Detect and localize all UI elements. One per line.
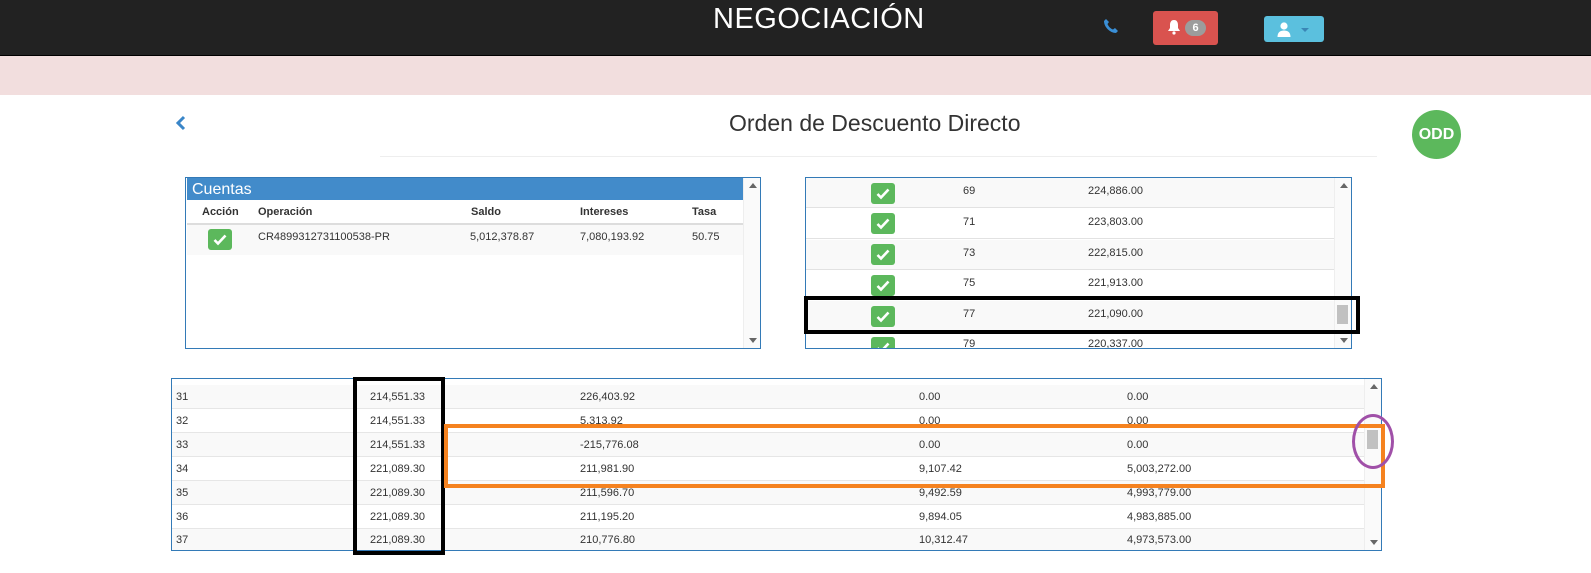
check-button[interactable] [871, 337, 895, 348]
title-divider [380, 156, 1377, 157]
amount-cell: 226,403.92 [580, 391, 636, 403]
payment-number: 73 [963, 247, 976, 259]
column-header-operacion: Operación [258, 206, 313, 218]
table-row[interactable]: 79 220,337.00 [806, 332, 1334, 349]
check-button[interactable] [871, 183, 895, 204]
row-number: 32 [176, 415, 189, 427]
highlight-circle-scrollbar [1352, 414, 1394, 469]
column-header-tasa: Tasa [692, 206, 717, 218]
notification-count-badge: 6 [1185, 20, 1206, 36]
payment-amount: 220,337.00 [1088, 338, 1144, 349]
column-header-saldo: Saldo [471, 206, 501, 218]
intereses-cell: 7,080,193.92 [580, 231, 645, 243]
odd-badge: ODD [1412, 110, 1461, 159]
amount-cell: 9,894.05 [919, 511, 962, 523]
check-button[interactable] [871, 275, 895, 296]
tasa-cell: 50.75 [692, 231, 720, 243]
bell-icon [1166, 19, 1182, 35]
amount-cell: 4,993,779.00 [1127, 487, 1192, 499]
highlight-box-cuota-column [353, 377, 445, 555]
row-number: 35 [176, 487, 189, 499]
amount-cell: 4,983,885.00 [1127, 511, 1192, 523]
highlight-box-row-77 [804, 296, 1360, 334]
check-button[interactable] [871, 213, 895, 234]
amount-cell: 0.00 [919, 391, 941, 403]
phone-icon[interactable] [1102, 17, 1120, 35]
app-title: NEGOCIACIÓN [713, 3, 925, 35]
payment-amount: 223,803.00 [1088, 216, 1144, 228]
table-row[interactable]: 37 221,089.30 210,776.80 10,312.47 4,973… [172, 529, 1365, 550]
saldo-cell: 5,012,378.87 [470, 231, 535, 243]
payment-amount: 221,913.00 [1088, 277, 1144, 289]
amount-cell: 10,312.47 [919, 534, 968, 546]
table-row[interactable]: 31 214,551.33 226,403.92 0.00 0.00 [172, 385, 1365, 409]
row-number: 37 [176, 534, 189, 546]
amount-cell: 210,776.80 [580, 534, 636, 546]
column-header-intereses: Intereses [580, 206, 629, 218]
caret-down-icon [1301, 28, 1309, 32]
row-number: 34 [176, 463, 189, 475]
amount-cell: 9,492.59 [919, 487, 962, 499]
scroll-down-arrow-icon[interactable] [1370, 540, 1378, 545]
back-chevron-icon[interactable] [175, 115, 187, 131]
amount-cell: 0.00 [1127, 391, 1149, 403]
amount-cell: 211,596.70 [580, 487, 635, 499]
row-number: 31 [176, 391, 189, 403]
table-row[interactable]: 36 221,089.30 211,195.20 9,894.05 4,983,… [172, 505, 1365, 529]
scroll-down-arrow-icon[interactable] [1340, 338, 1348, 343]
payment-amount: 222,815.00 [1088, 247, 1144, 259]
page-title: Orden de Descuento Directo [729, 110, 1021, 136]
payment-number: 75 [963, 277, 976, 289]
payment-number: 79 [963, 338, 976, 349]
cuentas-title: Cuentas [187, 178, 744, 200]
scroll-up-arrow-icon[interactable] [1370, 384, 1378, 389]
amount-cell: 211,195.20 [580, 511, 635, 523]
user-icon [1276, 21, 1292, 37]
scroll-up-arrow-icon[interactable] [749, 183, 757, 188]
highlight-box-rows-33-34 [444, 424, 1385, 488]
cuentas-panel: Cuentas Acción Operación Saldo Intereses… [185, 177, 761, 349]
table-row[interactable]: 71 223,803.00 [806, 209, 1334, 239]
row-number: 33 [176, 439, 189, 451]
scroll-up-arrow-icon[interactable] [1340, 183, 1348, 188]
alert-band [0, 56, 1591, 95]
table-row[interactable]: 69 224,886.00 [806, 178, 1334, 208]
payment-amount: 224,886.00 [1088, 185, 1144, 197]
column-header-accion: Acción [202, 206, 239, 218]
select-account-button[interactable] [208, 229, 232, 250]
notifications-button[interactable]: 6 [1153, 11, 1218, 45]
amount-cell: 4,973,573.00 [1127, 534, 1192, 546]
operacion-cell: CR4899312731100538-PR [258, 231, 390, 243]
vertical-scrollbar[interactable] [743, 178, 760, 348]
user-menu-button[interactable] [1264, 16, 1324, 42]
table-row[interactable]: 73 222,815.00 [806, 240, 1334, 270]
payment-number: 69 [963, 185, 976, 197]
row-number: 36 [176, 511, 189, 523]
payment-number: 71 [963, 216, 976, 228]
scroll-down-arrow-icon[interactable] [749, 338, 757, 343]
check-button[interactable] [871, 244, 895, 265]
